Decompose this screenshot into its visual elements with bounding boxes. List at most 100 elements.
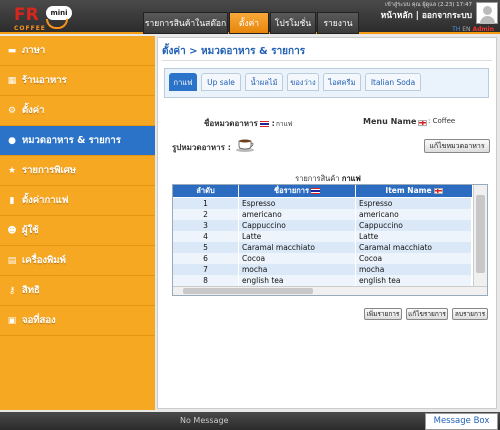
sidebar-item[interactable]: ☻ ผู้ใช้ (0, 216, 155, 246)
key-icon: ⚷ (8, 286, 16, 296)
table-row[interactable]: 6 Cocoa Cocoa (173, 253, 472, 264)
sidebar-item-label: ตั้งค่ากาแฟ (22, 195, 69, 206)
tab-italian-soda[interactable]: Italian Soda (365, 73, 421, 91)
printer-icon: ▤ (7, 256, 17, 266)
menu-name-label: Menu Name (363, 117, 417, 126)
delete-item-button[interactable]: ลบรายการ (452, 308, 488, 320)
sidebar-item[interactable]: ● หมวดอาหาร & รายการ (0, 126, 155, 156)
table-row[interactable]: 8 english tea english tea (173, 275, 472, 286)
sidebar-item[interactable]: ★ รายการพิเศษ (0, 156, 155, 186)
product-table: ลำดับ ชื่อรายการ Item Name 1 Espresso Espr… (172, 184, 488, 296)
nav-settings[interactable]: ตั้งค่า (229, 12, 269, 34)
table-cell: 2 (173, 209, 239, 220)
thai-flag-icon (311, 188, 320, 194)
logo-badge: mini (46, 6, 72, 20)
divider (162, 60, 492, 61)
sidebar-item[interactable]: ▦ ร้านอาหาร (0, 66, 155, 96)
sidebar-item-label: รายการพิเศษ (22, 165, 76, 176)
scroll-thumb[interactable] (183, 288, 313, 294)
table-row[interactable]: 2 americano americano (173, 209, 472, 220)
logo-cup-icon (46, 19, 68, 29)
logo-brand: FR (14, 5, 39, 25)
table-row[interactable]: 4 Latte Latte (173, 231, 472, 242)
sidebar-item[interactable]: ▮ ตั้งค่ากาแฟ (0, 186, 155, 216)
table-row[interactable]: 3 Cappuccino Cappuccino (173, 220, 472, 231)
star-icon: ★ (7, 166, 17, 176)
sidebar-item-label: ภาษา (22, 45, 46, 56)
thai-flag-icon (259, 120, 269, 127)
message-box-button[interactable]: Message Box (425, 413, 498, 430)
logout-link[interactable]: ออกจากระบบ (422, 11, 472, 21)
language-switch: TH EN Admin (452, 26, 494, 33)
lang-th-link[interactable]: TH (452, 26, 460, 33)
edit-item-button[interactable]: แก้ไขรายการ (406, 308, 448, 320)
table-cell: 7 (173, 264, 239, 275)
sidebar-item-label: เครื่องพิมพ์ (22, 255, 66, 266)
menu-name-value: : Coffee (428, 117, 456, 125)
horizontal-scrollbar[interactable] (173, 286, 487, 295)
table-cell: 8 (173, 275, 239, 286)
column-header-name-th[interactable]: ชื่อรายการ (239, 185, 356, 197)
table-cell: english tea (356, 275, 472, 286)
sidebar-item[interactable]: ⚷ สิทธิ (0, 276, 155, 306)
category-tabs: กาแฟ Up sale น้ำผลไม้ ของว่าง ไอศครีม It… (164, 68, 489, 98)
column-header-name-en[interactable]: Item Name (356, 185, 472, 197)
sidebar-item[interactable]: ▣ จอที่สอง (0, 306, 155, 336)
tab-coffee[interactable]: กาแฟ (169, 73, 197, 91)
table-cell: 6 (173, 253, 239, 264)
table-cell: Latte (239, 231, 356, 242)
lang-en-link[interactable]: EN (462, 26, 470, 33)
coffee-cup-icon (236, 139, 254, 152)
sidebar-item[interactable]: ⚙ ตั้งค่า (0, 96, 155, 126)
flag-icon: ▬ (7, 46, 17, 56)
table-row[interactable]: 5 Caramal macchiato Caramal macchiato (173, 242, 472, 253)
nav-report[interactable]: รายงาน (317, 12, 359, 34)
nav-stock[interactable]: รายการสินค้าในสต๊อก (143, 12, 228, 34)
sidebar-item-label: หมวดอาหาร & รายการ (22, 135, 121, 146)
logo-sub: COFFEE (14, 25, 46, 32)
avatar[interactable] (476, 2, 498, 24)
table-cell: americano (239, 209, 356, 220)
home-link[interactable]: หน้าหลัก (381, 11, 413, 21)
english-flag-icon (433, 188, 443, 194)
scroll-thumb[interactable] (476, 195, 485, 273)
table-header: ลำดับ ชื่อรายการ Item Name (173, 185, 472, 197)
sidebar-item[interactable]: ▬ ภาษา (0, 36, 155, 66)
table-cell: 3 (173, 220, 239, 231)
add-item-button[interactable]: เพิ่มรายการ (364, 308, 402, 320)
table-cell: 5 (173, 242, 239, 253)
food-category-icon: ● (8, 136, 16, 146)
tab-snack[interactable]: ของว่าง (287, 73, 319, 91)
users-icon: ☻ (7, 226, 17, 236)
table-cell: Espresso (239, 198, 356, 209)
category-name-label: ชื่อหมวดอาหาร : (204, 119, 275, 128)
table-row[interactable]: 7 mocha mocha (173, 264, 472, 275)
header-links: หน้าหลัก | ออกจากระบบ (381, 8, 472, 22)
sidebar-item[interactable]: ▤ เครื่องพิมพ์ (0, 246, 155, 276)
vertical-scrollbar[interactable] (473, 185, 487, 286)
table-row[interactable]: 1 Espresso Espresso (173, 198, 472, 209)
tab-ice-cream[interactable]: ไอศครีม (323, 73, 361, 91)
status-bar: No Message Message Box (0, 412, 500, 430)
nav-promotion[interactable]: โปรโมชั่น (270, 12, 316, 34)
category-name-value: กาแฟ (276, 120, 293, 128)
table-cell: Caramal macchiato (239, 242, 356, 253)
table-cell: 1 (173, 198, 239, 209)
edit-category-button[interactable]: แก้ไขหมวดอาหาร (424, 139, 490, 153)
tab-juice[interactable]: น้ำผลไม้ (245, 73, 283, 91)
app-logo: FR mini COFFEE (2, 1, 92, 33)
table-cell: english tea (239, 275, 356, 286)
table-cell: Cappuccino (356, 220, 472, 231)
table-cell: 4 (173, 231, 239, 242)
table-cell: Espresso (356, 198, 472, 209)
column-header-order[interactable]: ลำดับ (173, 185, 239, 197)
coffee-icon: ▮ (9, 196, 15, 206)
table-cell: Caramal macchiato (356, 242, 472, 253)
sidebar-item-label: สิทธิ (22, 285, 40, 296)
table-cell: Cocoa (356, 253, 472, 264)
screen-icon: ▣ (7, 316, 17, 326)
english-flag-icon (418, 120, 427, 126)
sidebar: ▬ ภาษา ▦ ร้านอาหาร ⚙ ตั้งค่า ● หมวดอาหาร & รายก… (0, 36, 155, 410)
tab-up-sale[interactable]: Up sale (201, 73, 241, 91)
table-cell: mocha (356, 264, 472, 275)
